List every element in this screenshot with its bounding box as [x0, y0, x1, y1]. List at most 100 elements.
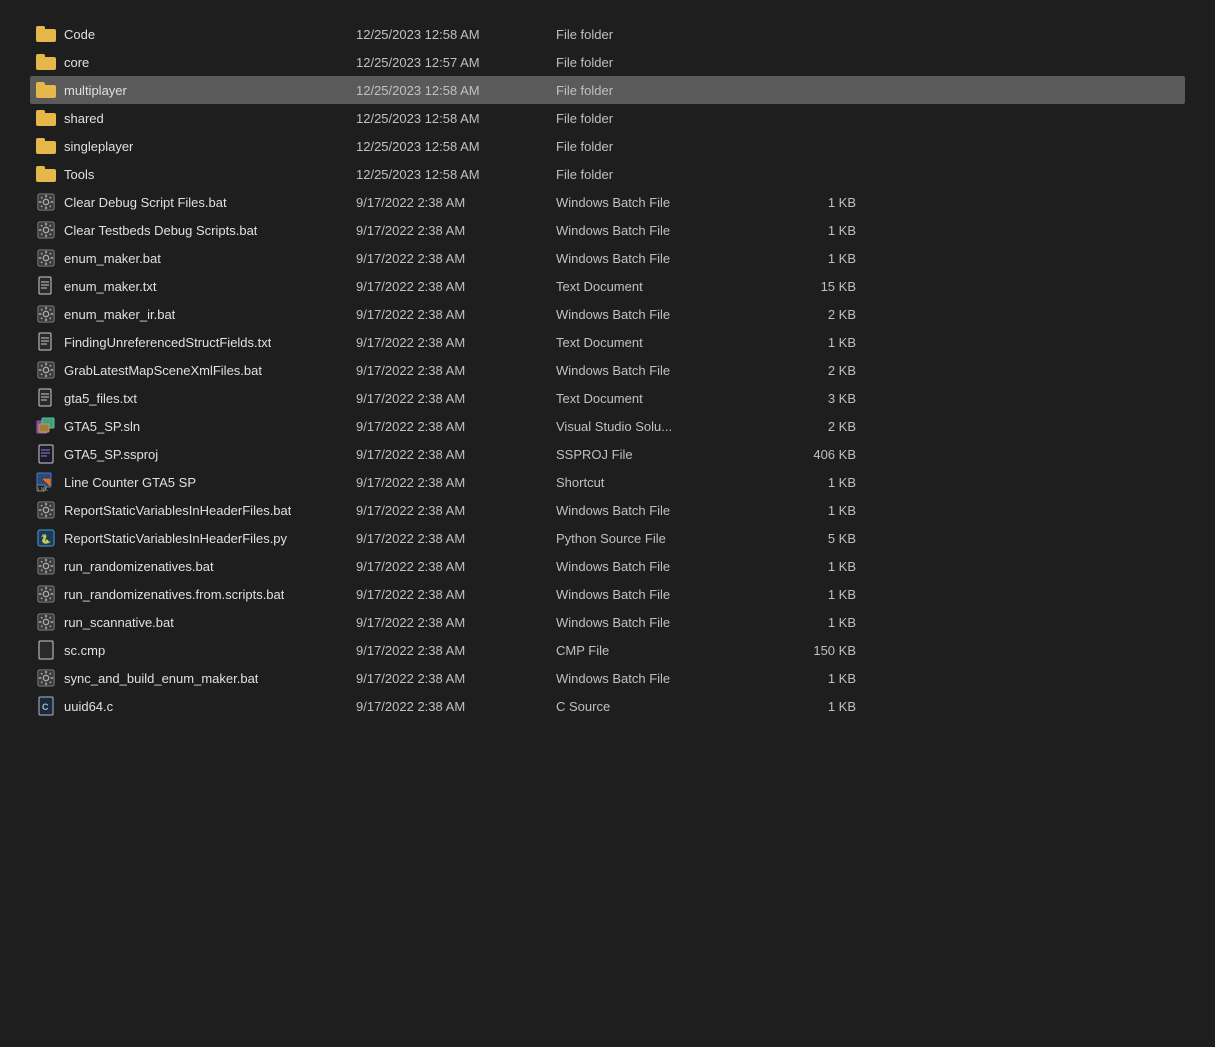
file-list: Code 12/25/2023 12:58 AM File folder cor…	[30, 20, 1185, 720]
file-type: File folder	[556, 167, 776, 182]
file-size: 406 KB	[776, 447, 856, 462]
file-size: 1 KB	[776, 559, 856, 574]
file-name: GTA5_SP.sln	[64, 419, 140, 434]
file-size: 1 KB	[776, 699, 856, 714]
file-name-cell: sync_and_build_enum_maker.bat	[36, 668, 356, 688]
file-row[interactable]: GTA5_SP.ssproj 9/17/2022 2:38 AM SSPROJ …	[30, 440, 1185, 468]
svg-text:C: C	[42, 702, 49, 712]
folder-icon	[36, 54, 56, 70]
file-row[interactable]: enum_maker_ir.bat 9/17/2022 2:38 AM Wind…	[30, 300, 1185, 328]
file-row[interactable]: gta5_files.txt 9/17/2022 2:38 AM Text Do…	[30, 384, 1185, 412]
file-name-cell: GTA5_SP.sln	[36, 416, 356, 436]
file-row[interactable]: run_randomizenatives.from.scripts.bat 9/…	[30, 580, 1185, 608]
file-row[interactable]: Clear Debug Script Files.bat 9/17/2022 2…	[30, 188, 1185, 216]
file-name-cell: ReportStaticVariablesInHeaderFiles.bat	[36, 500, 356, 520]
file-type: Text Document	[556, 335, 776, 350]
file-name: Code	[64, 27, 95, 42]
file-row[interactable]: Tools 12/25/2023 12:58 AM File folder	[30, 160, 1185, 188]
file-name: multiplayer	[64, 83, 127, 98]
file-size: 1 KB	[776, 251, 856, 266]
file-row[interactable]: run_scannative.bat 9/17/2022 2:38 AM Win…	[30, 608, 1185, 636]
file-row[interactable]: core 12/25/2023 12:57 AM File folder	[30, 48, 1185, 76]
file-row[interactable]: Clear Testbeds Debug Scripts.bat 9/17/20…	[30, 216, 1185, 244]
file-size: 1 KB	[776, 671, 856, 686]
file-date: 9/17/2022 2:38 AM	[356, 223, 556, 238]
file-type: Windows Batch File	[556, 559, 776, 574]
file-type: Windows Batch File	[556, 195, 776, 210]
folder-icon	[36, 26, 56, 42]
file-row[interactable]: singleplayer 12/25/2023 12:58 AM File fo…	[30, 132, 1185, 160]
file-size: 1 KB	[776, 195, 856, 210]
file-row[interactable]: GTA5_SP.sln 9/17/2022 2:38 AM Visual Stu…	[30, 412, 1185, 440]
file-row[interactable]: run_randomizenatives.bat 9/17/2022 2:38 …	[30, 552, 1185, 580]
file-type: Windows Batch File	[556, 251, 776, 266]
file-name: run_scannative.bat	[64, 615, 174, 630]
file-name: shared	[64, 111, 104, 126]
file-type: Visual Studio Solu...	[556, 419, 776, 434]
file-row[interactable]: enum_maker.txt 9/17/2022 2:38 AM Text Do…	[30, 272, 1185, 300]
file-name: enum_maker_ir.bat	[64, 307, 175, 322]
file-row[interactable]: 🐍 ReportStaticVariablesInHeaderFiles.py …	[30, 524, 1185, 552]
file-name-cell: LNK Line Counter GTA5 SP	[36, 472, 356, 492]
file-row[interactable]: LNK Line Counter GTA5 SP 9/17/2022 2:38 …	[30, 468, 1185, 496]
bat-icon	[36, 248, 56, 268]
file-date: 9/17/2022 2:38 AM	[356, 587, 556, 602]
file-row[interactable]: C uuid64.c 9/17/2022 2:38 AM C Source 1 …	[30, 692, 1185, 720]
file-row[interactable]: enum_maker.bat 9/17/2022 2:38 AM Windows…	[30, 244, 1185, 272]
file-date: 9/17/2022 2:38 AM	[356, 671, 556, 686]
file-date: 12/25/2023 12:58 AM	[356, 139, 556, 154]
file-type: File folder	[556, 83, 776, 98]
c-icon: C	[36, 696, 56, 716]
svg-text:LNK: LNK	[38, 487, 48, 492]
file-name-cell: enum_maker_ir.bat	[36, 304, 356, 324]
txt-icon	[36, 276, 56, 296]
file-name-cell: FindingUnreferencedStructFields.txt	[36, 332, 356, 352]
file-date: 12/25/2023 12:58 AM	[356, 83, 556, 98]
file-date: 9/17/2022 2:38 AM	[356, 279, 556, 294]
file-row[interactable]: multiplayer 12/25/2023 12:58 AM File fol…	[30, 76, 1185, 104]
py-icon: 🐍	[36, 528, 56, 548]
file-date: 9/17/2022 2:38 AM	[356, 335, 556, 350]
file-name: gta5_files.txt	[64, 391, 137, 406]
file-row[interactable]: sc.cmp 9/17/2022 2:38 AM CMP File 150 KB	[30, 636, 1185, 664]
file-date: 12/25/2023 12:58 AM	[356, 167, 556, 182]
file-date: 9/17/2022 2:38 AM	[356, 475, 556, 490]
file-type: Windows Batch File	[556, 587, 776, 602]
file-name: singleplayer	[64, 139, 133, 154]
file-row[interactable]: Code 12/25/2023 12:58 AM File folder	[30, 20, 1185, 48]
bat-icon	[36, 220, 56, 240]
file-row[interactable]: shared 12/25/2023 12:58 AM File folder	[30, 104, 1185, 132]
file-name-cell: Clear Debug Script Files.bat	[36, 192, 356, 212]
file-name: ReportStaticVariablesInHeaderFiles.py	[64, 531, 287, 546]
file-row[interactable]: GrabLatestMapSceneXmlFiles.bat 9/17/2022…	[30, 356, 1185, 384]
file-size: 1 KB	[776, 503, 856, 518]
file-date: 9/17/2022 2:38 AM	[356, 447, 556, 462]
file-date: 9/17/2022 2:38 AM	[356, 419, 556, 434]
cmp-icon	[36, 640, 56, 660]
folder-icon	[36, 110, 56, 126]
file-name: sync_and_build_enum_maker.bat	[64, 671, 258, 686]
file-name-cell: C uuid64.c	[36, 696, 356, 716]
file-row[interactable]: sync_and_build_enum_maker.bat 9/17/2022 …	[30, 664, 1185, 692]
file-type: CMP File	[556, 643, 776, 658]
file-row[interactable]: FindingUnreferencedStructFields.txt 9/17…	[30, 328, 1185, 356]
file-row[interactable]: ReportStaticVariablesInHeaderFiles.bat 9…	[30, 496, 1185, 524]
file-type: Windows Batch File	[556, 615, 776, 630]
file-name: GTA5_SP.ssproj	[64, 447, 158, 462]
bat-icon	[36, 360, 56, 380]
file-name-cell: Tools	[36, 166, 356, 182]
file-name-cell: enum_maker.bat	[36, 248, 356, 268]
file-name: FindingUnreferencedStructFields.txt	[64, 335, 271, 350]
file-name: run_randomizenatives.bat	[64, 559, 214, 574]
file-name-cell: run_scannative.bat	[36, 612, 356, 632]
file-size: 1 KB	[776, 615, 856, 630]
file-name-cell: GTA5_SP.ssproj	[36, 444, 356, 464]
file-name-cell: sc.cmp	[36, 640, 356, 660]
file-type: Windows Batch File	[556, 223, 776, 238]
ssproj-icon	[36, 444, 56, 464]
file-size: 1 KB	[776, 587, 856, 602]
file-name-cell: Clear Testbeds Debug Scripts.bat	[36, 220, 356, 240]
file-date: 9/17/2022 2:38 AM	[356, 363, 556, 378]
file-name: GrabLatestMapSceneXmlFiles.bat	[64, 363, 262, 378]
svg-text:🐍: 🐍	[40, 533, 51, 544]
